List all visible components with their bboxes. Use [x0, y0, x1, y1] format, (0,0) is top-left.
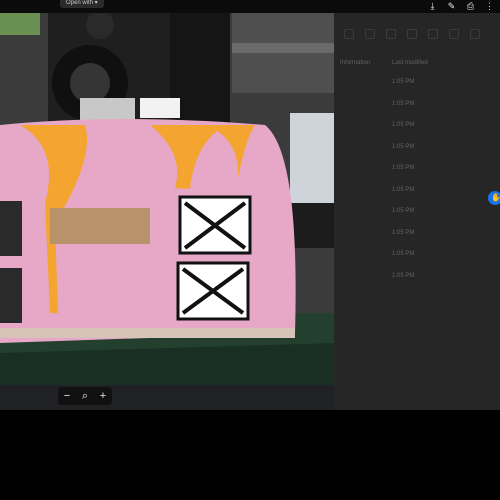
zoom-icon: ⌕ — [81, 390, 89, 402]
bottom-bar — [0, 410, 500, 500]
panel-tool-6[interactable] — [449, 29, 459, 39]
list-item[interactable]: 1:05 PM — [392, 187, 414, 209]
photo-preview — [0, 13, 334, 385]
list-item[interactable]: 1:05 PM — [392, 122, 414, 144]
zoom-controls: − ⌕ + — [58, 387, 112, 405]
zoom-out-button[interactable]: − — [61, 390, 73, 402]
comment-icon[interactable]: ✎ — [447, 2, 456, 11]
list-item[interactable]: 1:05 PM — [392, 144, 414, 166]
viewer-top-bar: Open with ▾ ⤓ ✎ ⎙ ⋮ — [0, 0, 500, 13]
list-item[interactable]: 1:05 PM — [392, 251, 414, 273]
panel-tool-1[interactable] — [344, 29, 354, 39]
photo-image — [0, 13, 334, 385]
panel-tool-7[interactable] — [470, 29, 480, 39]
assist-button[interactable]: ✋ — [488, 191, 500, 205]
panel-tool-5[interactable] — [428, 29, 438, 39]
panel-toolbar — [334, 25, 500, 43]
panel-header-col1: Information — [340, 60, 371, 66]
list-item[interactable]: 1:05 PM — [392, 79, 414, 101]
list-item[interactable]: 1:05 PM — [392, 273, 414, 295]
file-list-panel: Information Last modified 1:05 PM 1:05 P… — [334, 13, 500, 410]
hand-icon: ✋ — [491, 193, 500, 202]
panel-header-col2: Last modified — [392, 60, 428, 66]
more-icon[interactable]: ⋮ — [485, 2, 494, 11]
print-icon[interactable]: ⎙ — [466, 2, 475, 11]
list-item[interactable]: 1:05 PM — [392, 165, 414, 187]
viewer-action-icons: ⤓ ✎ ⎙ ⋮ — [428, 0, 500, 13]
panel-tool-4[interactable] — [407, 29, 417, 39]
list-item[interactable]: 1:05 PM — [392, 101, 414, 123]
panel-header: Information Last modified — [334, 57, 500, 69]
open-with-button[interactable]: Open with ▾ — [60, 0, 104, 8]
panel-tool-3[interactable] — [386, 29, 396, 39]
zoom-in-button[interactable]: + — [97, 390, 109, 402]
panel-rows: 1:05 PM 1:05 PM 1:05 PM 1:05 PM 1:05 PM … — [392, 79, 414, 294]
download-icon[interactable]: ⤓ — [428, 2, 437, 11]
list-item[interactable]: 1:05 PM — [392, 230, 414, 252]
panel-tool-2[interactable] — [365, 29, 375, 39]
list-item[interactable]: 1:05 PM — [392, 208, 414, 230]
